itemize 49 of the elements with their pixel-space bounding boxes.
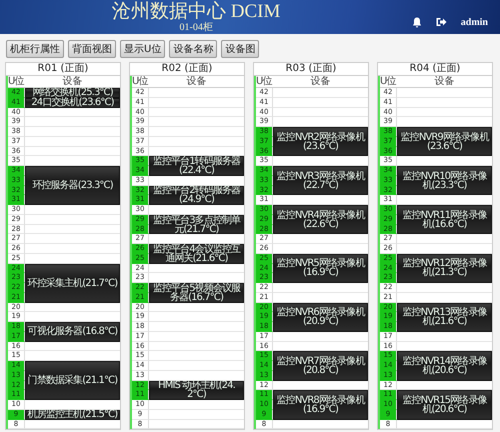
toolbar-button[interactable]: 显示U位 — [120, 40, 166, 58]
rack-device[interactable]: 机房监控主机(21.5℃) — [25, 410, 120, 420]
rack-device[interactable]: 监控平台3多点控制单元(21.7℃) — [149, 214, 244, 234]
rack-device[interactable]: 环控采集主机(21.7℃) — [25, 264, 120, 302]
column-header: U位 — [380, 76, 396, 88]
column-header: 设备 — [62, 76, 82, 87]
rack-device[interactable]: 监控NVR6网络录像机(20.9℃) — [273, 302, 368, 332]
rack-device[interactable]: 监控NVR7网络录像机(20.8℃) — [273, 351, 368, 380]
rack-device[interactable]: HMIS 动环主机(24.2℃) — [149, 380, 244, 400]
rack-device[interactable]: 监控NVR11网络录像机(16.6℃) — [397, 205, 492, 234]
rack-device[interactable]: 监控平台5视频会议服务器(16.7℃) — [149, 283, 244, 302]
rack-device[interactable]: 可视化服务器(16.8℃) — [25, 322, 120, 342]
rack-device[interactable]: 监控NVR4网络录像机(22.6℃) — [273, 205, 368, 234]
toolbar-button[interactable]: 机柜行属性 — [6, 40, 64, 58]
rack-device[interactable]: 监控NVR15网络录像机(20.6℃) — [397, 390, 492, 420]
rack-title: R01 (正面) — [6, 63, 120, 76]
rack-device[interactable]: 监控NVR12网络录像机(21.3℃) — [397, 254, 492, 283]
toolbar-button[interactable]: 背面视图 — [68, 40, 116, 58]
app-title: 沧州数据中心 DCIM — [112, 2, 280, 22]
rack-title: R03 (正面) — [254, 63, 368, 76]
rack-device[interactable]: 24口交换机(23.6℃) — [25, 98, 120, 108]
column-header: 设备 — [186, 76, 206, 88]
rack-device[interactable]: 监控NVR5网络录像机(16.9℃) — [273, 254, 368, 283]
rack-device[interactable]: 监控NVR10网络录像机(23.3℃) — [397, 166, 492, 196]
rack-device[interactable]: 监控NVR9网络录像机(23.6℃) — [397, 127, 492, 156]
rack-device[interactable]: 监控NVR8网络录像机(16.9℃) — [273, 390, 368, 420]
user-name[interactable]: admin — [460, 16, 488, 28]
page-subtitle: 01-04柜 — [180, 22, 213, 32]
toolbar-button[interactable]: 设备图 — [221, 40, 260, 58]
rack-device[interactable]: 监控NVR2网络录像机(23.6℃) — [273, 127, 368, 156]
rack-device[interactable]: 监控平台4会议监控互通网关(21.6℃) — [149, 244, 244, 264]
rack-device[interactable]: 网络交换机(25.3℃) — [25, 88, 120, 98]
bell-icon[interactable] — [412, 16, 422, 28]
rack-device[interactable]: 监控NVR13网络录像机(21.6℃) — [397, 302, 492, 332]
column-header: 设备 — [310, 76, 330, 88]
rack-title: R02 (正面) — [130, 63, 244, 76]
rack-device[interactable]: 环控服务器(23.3℃) — [25, 166, 120, 205]
rack-device[interactable]: 监控平台1转码服务器(22.4℃) — [149, 156, 244, 176]
rack-device[interactable]: 监控NVR14网络录像机(20.6℃) — [397, 351, 492, 380]
column-header: U位 — [132, 76, 148, 88]
column-header: U位 — [256, 76, 272, 88]
rack-device[interactable]: 门禁数据采集(21.1℃) — [25, 361, 120, 400]
toolbar-button[interactable]: 设备名称 — [169, 40, 218, 58]
logout-icon[interactable] — [436, 17, 447, 27]
column-header: 设备 — [434, 76, 454, 88]
rack-device[interactable]: 监控平台2转码服务器(24.9℃) — [149, 186, 244, 205]
rack-title: R04 (正面) — [378, 63, 492, 76]
column-header: U位 — [8, 76, 24, 88]
rack-device[interactable]: 监控NVR3网络录像机(22.7℃) — [273, 166, 368, 196]
